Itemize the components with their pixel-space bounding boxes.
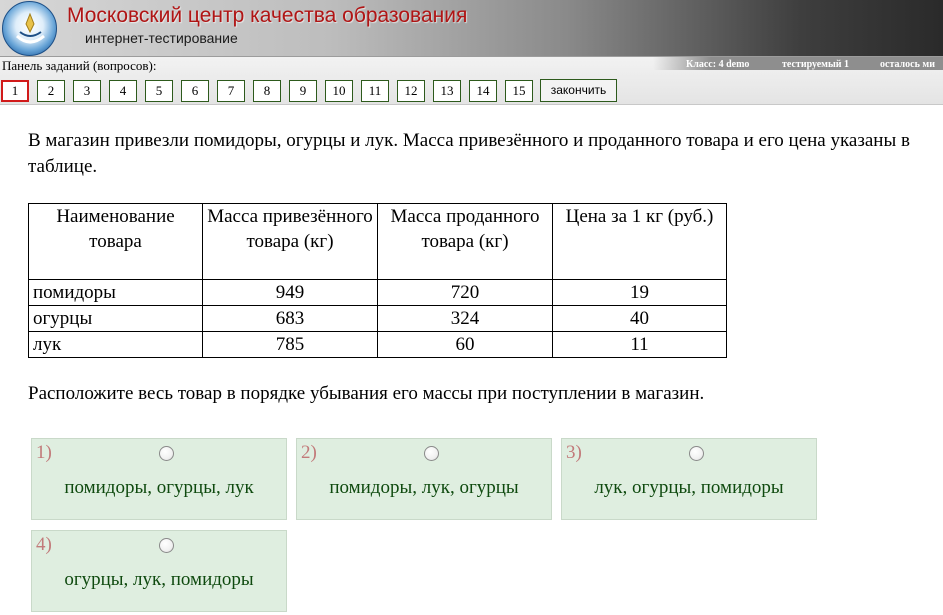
question-button-14[interactable]: 14 (469, 80, 497, 102)
site-header: Московский центр качества образования ин… (0, 0, 943, 56)
table-cell: 19 (552, 279, 727, 306)
option-number: 3) (566, 442, 582, 463)
table-cell: огурцы (28, 305, 203, 332)
question-button-4[interactable]: 4 (109, 80, 137, 102)
question-text: В магазин привезли помидоры, огурцы и лу… (28, 130, 910, 177)
radio-button[interactable] (159, 538, 174, 553)
question-button-7[interactable]: 7 (217, 80, 245, 102)
table-header-row: Наименование товара Масса привезённого т… (28, 203, 727, 280)
table-header: Масса привезённого товара (кг) (202, 203, 378, 280)
table-cell: 11 (552, 331, 727, 358)
table-row: огурцы 683 324 40 (28, 305, 727, 332)
question-button-6[interactable]: 6 (181, 80, 209, 102)
table-cell: 40 (552, 305, 727, 332)
answer-option-3[interactable]: 3) лук, огурцы, помидоры (561, 438, 817, 520)
question-button-11[interactable]: 11 (361, 80, 389, 102)
site-subtitle: интернет-тестирование (85, 30, 238, 46)
question-button-9[interactable]: 9 (289, 80, 317, 102)
answer-option-4[interactable]: 4) огурцы, лук, помидоры (31, 530, 287, 612)
tested-info: тестируемый 1 (782, 59, 850, 70)
table-cell: 683 (202, 305, 378, 332)
table-cell: 60 (377, 331, 553, 358)
finish-button[interactable]: закончить (540, 79, 617, 102)
option-text: огурцы, лук, помидоры (64, 569, 254, 590)
table-cell: 324 (377, 305, 553, 332)
question-button-8[interactable]: 8 (253, 80, 281, 102)
option-text: лук, огурцы, помидоры (594, 477, 784, 498)
option-text: помидоры, лук, огурцы (329, 477, 519, 498)
table-cell: 785 (202, 331, 378, 358)
site-title: Московский центр качества образования (67, 4, 468, 27)
class-info: Класс: 4 demo (686, 59, 750, 70)
table-row: помидоры 949 720 19 (28, 279, 727, 306)
radio-button[interactable] (159, 446, 174, 461)
time-remaining: осталось ми (880, 59, 935, 70)
question-button-5[interactable]: 5 (145, 80, 173, 102)
logo-icon (2, 1, 57, 56)
question-button-10[interactable]: 10 (325, 80, 353, 102)
table-header: Масса проданного товара (кг) (377, 203, 553, 280)
radio-button[interactable] (424, 446, 439, 461)
question-button-12[interactable]: 12 (397, 80, 425, 102)
task-panel-label: Панель заданий (вопросов): (2, 58, 157, 73)
answer-option-2[interactable]: 2) помидоры, лук, огурцы (296, 438, 552, 520)
question-button-13[interactable]: 13 (433, 80, 461, 102)
question-button-2[interactable]: 2 (37, 80, 65, 102)
radio-button[interactable] (689, 446, 704, 461)
option-number: 1) (36, 442, 52, 463)
table-row: лук 785 60 11 (28, 331, 727, 358)
option-number: 4) (36, 534, 52, 555)
table-cell: 720 (377, 279, 553, 306)
option-number: 2) (301, 442, 317, 463)
goods-table: Наименование товара Масса привезённого т… (28, 203, 727, 358)
table-cell: 949 (202, 279, 378, 306)
table-cell: помидоры (28, 279, 203, 306)
question-instruction: Расположите весь товар в порядке убывани… (28, 383, 705, 404)
task-panel: Панель заданий (вопросов): Класс: 4 demo… (0, 56, 943, 105)
question-button-1[interactable]: 1 (1, 80, 29, 102)
question-button-3[interactable]: 3 (73, 80, 101, 102)
option-text: помидоры, огурцы, лук (64, 477, 254, 498)
table-header: Цена за 1 кг (руб.) (552, 203, 727, 280)
question-button-15[interactable]: 15 (505, 80, 533, 102)
table-header: Наименование товара (28, 203, 203, 280)
table-cell: лук (28, 331, 203, 358)
answer-option-1[interactable]: 1) помидоры, огурцы, лук (31, 438, 287, 520)
